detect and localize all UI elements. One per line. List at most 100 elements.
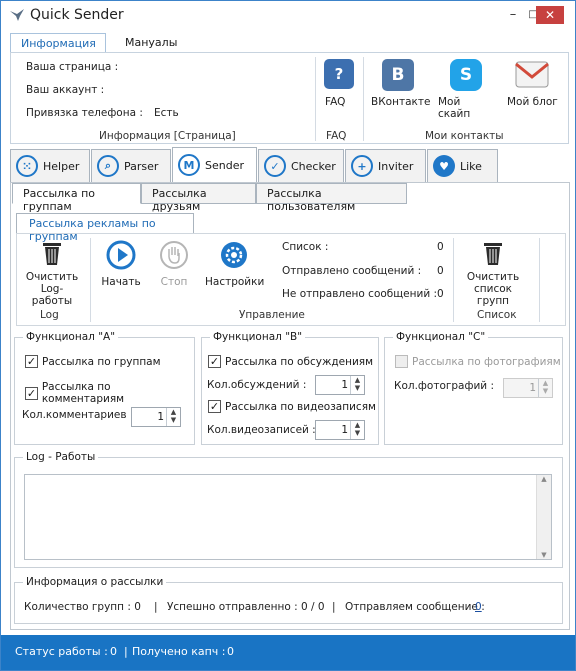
mail-icon [515,61,549,88]
videos-count-label: Кол.видеозаписей : [207,424,316,436]
func-b-title: Функционал "B" [210,331,306,343]
stepper-arrows-icon[interactable]: ▲ ▼ [538,379,552,397]
window-title: Quick Sender [30,7,124,23]
phone-value: Есть [154,107,179,119]
checkbox-checked[interactable]: ✓ [208,400,221,413]
discussion-send-label: Рассылка по обсуждениям [225,355,374,368]
comment-send-label: Рассылка по комментариям [41,381,125,405]
log-group: Log - Работы ▲ ▼ [14,451,563,568]
func-b-group: Функционал "B" ✓ Рассылка по обсуждениям… [201,331,379,445]
photos-count-label: Кол.фотографий : [394,380,494,392]
checkbox-checked[interactable]: ✓ [208,355,221,368]
stat-notsent-value: 0 [437,288,444,300]
sending-value-link[interactable]: 0 [475,601,482,613]
checkbox-checked[interactable]: ✓ [25,386,38,400]
stepper-arrows-icon[interactable]: ▲ ▼ [350,421,364,439]
search-icon: ⌕ [97,155,119,177]
phone-label: Привязка телефона : [26,107,143,119]
stepper-arrows-icon[interactable]: ▲ ▼ [350,376,364,394]
account-label: Ваш аккаунт : [26,84,105,96]
subtab-users[interactable]: Рассылка пользователям [256,183,407,213]
clear-list-button[interactable]: Очистить список групп [457,238,529,307]
app-bird-icon [10,9,24,21]
tab-parser-label: Parser [124,159,159,173]
photo-send-checkbox[interactable]: Рассылка по фотографиям [395,355,561,368]
tab-sender[interactable]: M Sender [172,147,257,183]
heart-icon: ♥ [433,155,455,177]
skype-icon: S [450,59,482,91]
divider [453,238,454,322]
log-textarea[interactable]: ▲ ▼ [24,474,552,560]
video-send-checkbox[interactable]: ✓ Рассылка по видеозаписям [208,400,376,413]
vk-button[interactable]: B ВКонтакте [369,57,431,117]
captcha-label: Получено капч : [132,645,226,658]
photos-count-stepper[interactable]: 1 ▲ ▼ [503,378,553,398]
videos-count-stepper[interactable]: 1 ▲ ▼ [315,420,365,440]
stat-list-value: 0 [437,241,444,253]
trash-icon [484,243,502,265]
tab-manuals[interactable]: Мануалы [115,33,195,53]
stop-button[interactable]: Стоп [154,238,194,298]
faq-button[interactable]: ? FAQ [322,57,356,117]
close-button[interactable]: ✕ [536,6,564,24]
group-send-checkbox[interactable]: ✓ Рассылка по группам [25,355,161,368]
blog-button[interactable]: Мой блог [503,57,563,117]
tab-info[interactable]: Информация [10,33,106,53]
faq-icon: ? [324,59,354,89]
minimize-button[interactable]: – [498,1,528,29]
divider [315,57,316,141]
toolbar-tab[interactable]: Рассылка рекламы по группам [16,213,194,243]
work-status-label: Статус работы : [15,645,108,658]
checkbox-checked[interactable]: ✓ [25,355,38,368]
start-button[interactable]: Начать [99,238,143,298]
tab-inviter[interactable]: + Inviter [345,149,426,183]
comments-count-label: Кол.комментариев : [22,409,134,421]
checkbox-disabled[interactable] [395,355,408,368]
gear-icon [221,242,247,268]
discussions-count-label: Кол.обсуждений : [207,379,307,391]
captcha-value: 0 [227,645,234,658]
page-label: Ваша страница : [26,61,119,73]
hand-stop-icon [160,241,188,269]
sent-count-label: Успешно отправленно : 0 / 0 [167,601,325,613]
log-title: Log - Работы [23,451,99,463]
skype-button[interactable]: S Мой скайп [435,57,495,120]
photos-count-value: 1 [529,382,536,394]
sender-panel: Рассылка по группам Рассылка друзьям Рас… [10,182,570,630]
comment-send-checkbox[interactable]: ✓ Рассылка по комментариям [25,381,194,405]
mailing-info-title: Информация о рассылки [23,576,167,588]
discussions-count-stepper[interactable]: 1 ▲ ▼ [315,375,365,395]
stepper-arrows-icon[interactable]: ▲ ▼ [166,408,180,426]
log-scrollbar[interactable]: ▲ ▼ [536,475,551,559]
settings-label: Настройки [205,276,265,288]
stat-notsent-label: Не отправлено сообщений : [282,288,438,300]
vk-icon: B [382,59,414,91]
discussion-send-checkbox[interactable]: ✓ Рассылка по обсуждениям [208,355,373,368]
control-caption: Управление [239,309,305,321]
tab-inviter-label: Inviter [378,159,414,173]
status-separator: | [124,645,128,658]
trash-icon [43,243,61,265]
main-window: Quick Sender – □ ✕ Информация Мануалы Ва… [0,0,576,671]
settings-button[interactable]: Настройки [205,238,265,298]
video-send-label: Рассылка по видеозаписям [225,400,376,413]
check-icon: ✓ [264,155,286,177]
tab-helper[interactable]: ⁙ Helper [10,149,90,183]
info-group-caption: Информация [Страница] [99,130,236,142]
clear-log-button[interactable]: Очистить Log- работы [20,238,84,307]
scroll-down-icon[interactable]: ▼ [537,551,551,559]
tab-checker[interactable]: ✓ Checker [258,149,344,183]
comments-count-stepper[interactable]: 1 ▲ ▼ [131,407,181,427]
tab-parser[interactable]: ⌕ Parser [91,149,171,183]
scroll-up-icon[interactable]: ▲ [537,475,551,483]
work-status-value: 0 [110,645,117,658]
play-icon [106,240,136,270]
tab-like[interactable]: ♥ Like [427,149,498,183]
subtab-groups[interactable]: Рассылка по группам [12,183,141,213]
clear-log-label: Очистить Log- работы [25,271,79,307]
subtab-friends[interactable]: Рассылка друзьям [141,183,256,213]
info-separator: | [154,601,158,613]
m-icon: M [178,154,200,176]
start-label: Начать [101,276,141,288]
ribbon-panel: Ваша страница : Ваш аккаунт : Привязка т… [10,52,569,144]
